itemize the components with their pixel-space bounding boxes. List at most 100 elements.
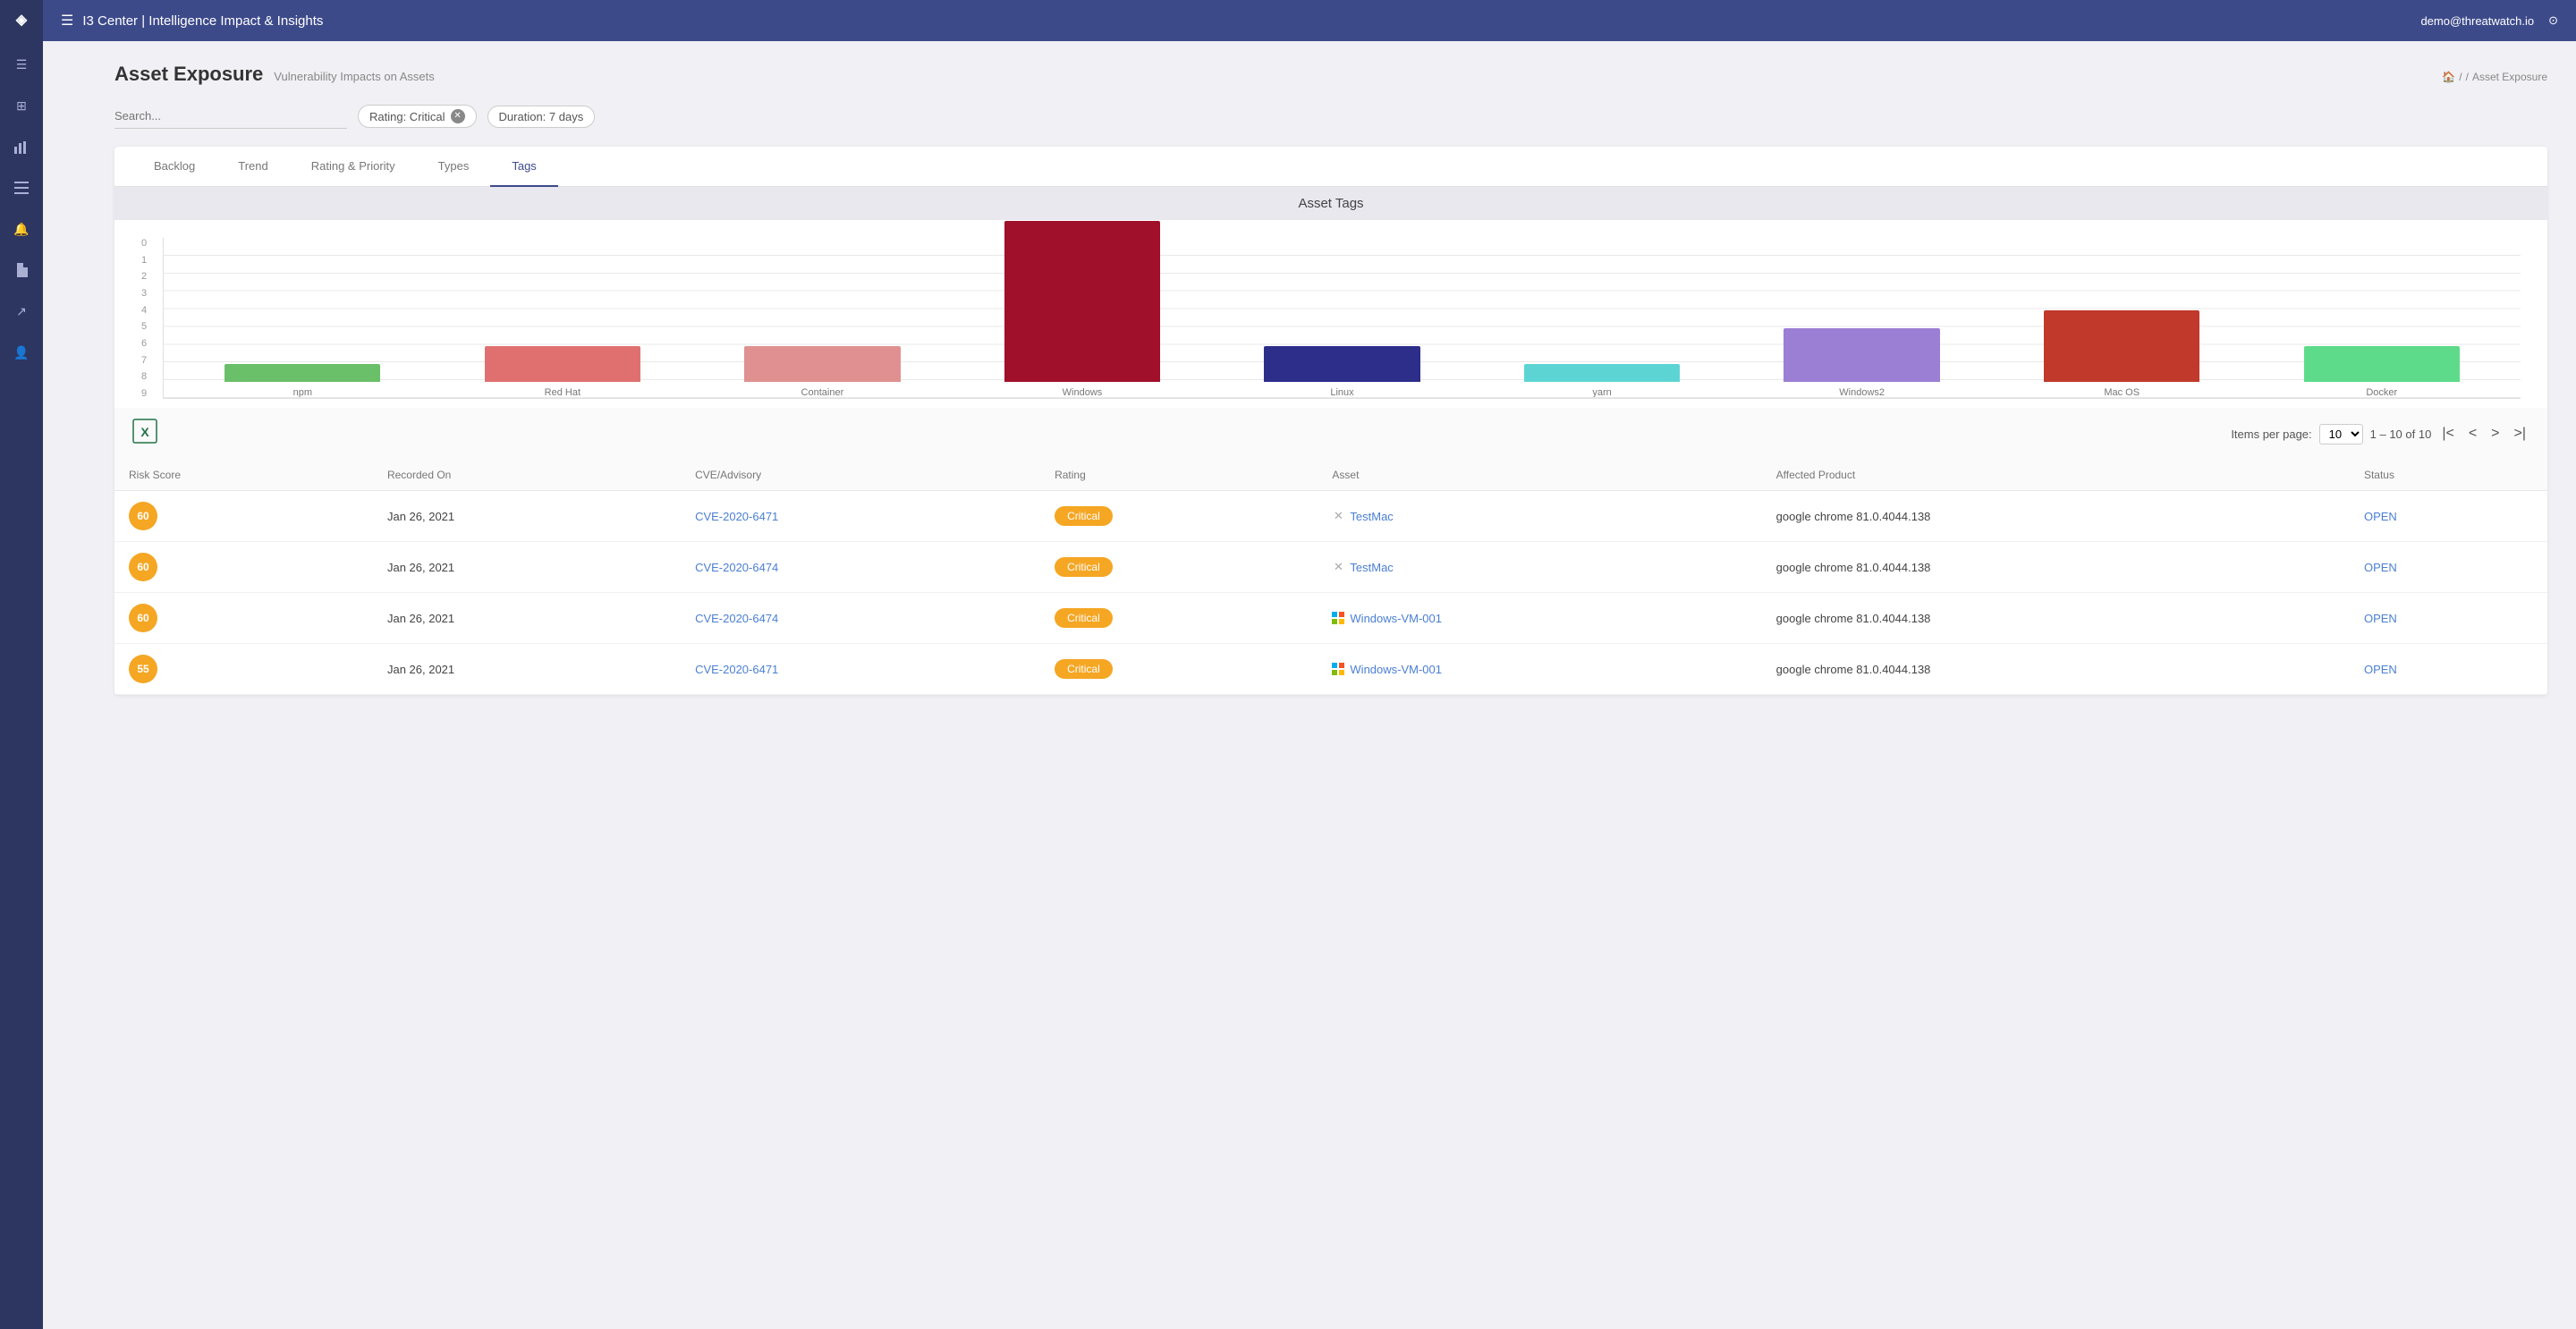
cve-link[interactable]: CVE-2020-6471 [695, 510, 778, 523]
cell-recorded-on: Jan 26, 2021 [373, 593, 681, 644]
bar-label: npm [293, 387, 312, 398]
filter-duration[interactable]: Duration: 7 days [487, 106, 596, 128]
bar-group-windows: Windows [953, 221, 1213, 398]
document-icon[interactable] [9, 258, 34, 283]
share-icon[interactable]: ⊙ [2548, 13, 2558, 28]
cell-risk-score: 60 [114, 593, 373, 644]
items-per-page-label: Items per page: [2231, 427, 2311, 441]
col-risk-score: Risk Score [114, 460, 373, 491]
excel-export-button[interactable]: X [132, 419, 157, 449]
cve-link[interactable]: CVE-2020-6474 [695, 561, 778, 574]
app-logo: ◈ [16, 11, 27, 29]
filters-row: Rating: Critical ✕ Duration: 7 days [114, 104, 2547, 129]
bar-label: Container [801, 387, 844, 398]
windows-icon [1332, 612, 1344, 624]
menu-button[interactable]: ☰ [61, 12, 73, 30]
svg-text:X: X [140, 425, 149, 439]
tab-backlog[interactable]: Backlog [132, 147, 216, 187]
tab-rating-priority[interactable]: Rating & Priority [290, 147, 417, 187]
remove-filter-icon[interactable]: ✕ [451, 109, 465, 123]
mac-icon: ✕ [1332, 510, 1344, 522]
chart-title: Asset Tags [114, 187, 2547, 220]
bar-redhat[interactable] [485, 346, 640, 382]
cell-status: OPEN [2350, 593, 2547, 644]
rating-badge: Critical [1055, 608, 1113, 628]
table-row: 60 Jan 26, 2021 CVE-2020-6474 Critical Wind… [114, 593, 2547, 644]
cell-cve: CVE-2020-6474 [681, 542, 1040, 593]
status-badge: OPEN [2364, 612, 2397, 625]
page-title: Asset Exposure [114, 63, 263, 86]
next-page-button[interactable]: > [2487, 424, 2503, 444]
bell-icon[interactable]: 🔔 [9, 216, 34, 241]
page-header: Asset Exposure Vulnerability Impacts on … [114, 63, 2547, 86]
items-per-page-select[interactable]: 10 25 50 [2319, 424, 2363, 444]
last-page-button[interactable]: >| [2511, 424, 2530, 444]
breadcrumb: 🏠 / / Asset Exposure [2442, 71, 2547, 83]
col-status: Status [2350, 460, 2547, 491]
table-body: 60 Jan 26, 2021 CVE-2020-6471 Critical ✕ Tes… [114, 491, 2547, 695]
risk-badge: 60 [129, 502, 157, 530]
cell-affected-product: google chrome 81.0.4044.138 [1762, 491, 2350, 542]
bar-yarn[interactable] [1524, 364, 1680, 382]
rating-badge: Critical [1055, 557, 1113, 577]
bar-windows[interactable] [1004, 221, 1160, 382]
breadcrumb-home[interactable]: 🏠 [2442, 71, 2455, 83]
cell-rating: Critical [1040, 491, 1318, 542]
bar-container[interactable] [744, 346, 900, 382]
windows-icon [1332, 663, 1344, 675]
rating-badge: Critical [1055, 659, 1113, 679]
risk-badge: 60 [129, 553, 157, 581]
cell-affected-product: google chrome 81.0.4044.138 [1762, 593, 2350, 644]
cell-risk-score: 60 [114, 491, 373, 542]
cell-risk-score: 55 [114, 644, 373, 695]
topbar-left: ☰ I3 Center | Intelligence Impact & Insi… [61, 12, 323, 30]
bar-group-container: Container [692, 346, 953, 398]
cell-recorded-on: Jan 26, 2021 [373, 491, 681, 542]
bar-chart-icon[interactable] [9, 134, 34, 159]
table-row: 60 Jan 26, 2021 CVE-2020-6474 Critical ✕ Tes… [114, 542, 2547, 593]
cve-link[interactable]: CVE-2020-6471 [695, 663, 778, 676]
bar-macos[interactable] [2044, 310, 2199, 382]
tab-tags[interactable]: Tags [490, 147, 557, 187]
tab-types[interactable]: Types [417, 147, 491, 187]
cell-rating: Critical [1040, 593, 1318, 644]
asset-link[interactable]: Windows-VM-001 [1332, 612, 1747, 625]
asset-link[interactable]: ✕ TestMac [1332, 510, 1747, 523]
bar-npm[interactable] [225, 364, 380, 382]
bar-linux[interactable] [1264, 346, 1419, 382]
cve-link[interactable]: CVE-2020-6474 [695, 612, 778, 625]
asset-link[interactable]: ✕ TestMac [1332, 561, 1747, 574]
bar-group-redhat: Red Hat [433, 346, 693, 398]
main-content: Asset Exposure Vulnerability Impacts on … [86, 41, 2576, 1329]
table-row: 60 Jan 26, 2021 CVE-2020-6471 Critical ✕ Tes… [114, 491, 2547, 542]
list-icon[interactable] [9, 175, 34, 200]
bar-windows2[interactable] [1784, 328, 1939, 382]
risk-badge: 60 [129, 604, 157, 632]
grid-icon[interactable]: ⊞ [9, 93, 34, 118]
app-title: I3 Center | Intelligence Impact & Insigh… [82, 13, 323, 29]
asset-link[interactable]: Windows-VM-001 [1332, 663, 1747, 676]
filter-rating-critical[interactable]: Rating: Critical ✕ [358, 105, 477, 128]
cell-recorded-on: Jan 26, 2021 [373, 542, 681, 593]
cell-affected-product: google chrome 81.0.4044.138 [1762, 542, 2350, 593]
mac-icon: ✕ [1332, 561, 1344, 573]
first-page-button[interactable]: |< [2438, 424, 2458, 444]
status-badge: OPEN [2364, 561, 2397, 574]
chart-bars: npmRed HatContainerWindowsLinuxyarnWindo… [163, 238, 2521, 399]
sidebar: ◈ ☰ ⊞ 🔔 ↗ 👤 [0, 0, 43, 1329]
filter-duration-label: Duration: 7 days [499, 110, 584, 123]
col-recorded-on: Recorded On [373, 460, 681, 491]
user-circle-icon[interactable]: 👤 [9, 340, 34, 365]
breadcrumb-current: Asset Exposure [2472, 71, 2547, 83]
page-subtitle: Vulnerability Impacts on Assets [274, 70, 434, 83]
search-input[interactable] [114, 104, 347, 129]
bar-group-docker: Docker [2252, 346, 2512, 398]
hamburger-icon[interactable]: ☰ [9, 52, 34, 77]
cell-cve: CVE-2020-6471 [681, 644, 1040, 695]
bar-docker[interactable] [2304, 346, 2460, 382]
tab-trend[interactable]: Trend [216, 147, 289, 187]
prev-page-button[interactable]: < [2465, 424, 2480, 444]
cell-cve: CVE-2020-6471 [681, 491, 1040, 542]
external-link-icon[interactable]: ↗ [9, 299, 34, 324]
col-rating: Rating [1040, 460, 1318, 491]
